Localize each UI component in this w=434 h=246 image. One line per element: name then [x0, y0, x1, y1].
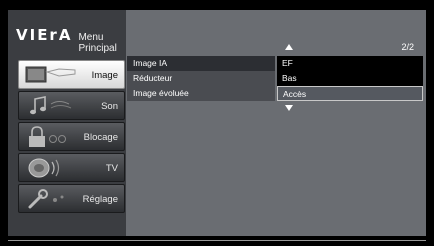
sidebar-item-son[interactable]: Son: [18, 91, 125, 120]
brand-header: VIErA Menu Principal: [16, 26, 126, 54]
sidebar: VIErA Menu Principal Image Son Blocage T…: [8, 10, 126, 236]
menu-title: Menu Principal: [78, 32, 117, 54]
sidebar-item-reglage[interactable]: Réglage: [18, 184, 125, 213]
setting-row-image-evoluee[interactable]: Image évoluée Accès: [127, 86, 423, 101]
setting-row-reducteur[interactable]: Réducteur Bas: [127, 71, 423, 86]
sidebar-item-blocage[interactable]: Blocage: [18, 122, 125, 151]
main-menu-panel: VIErA Menu Principal Image Son Blocage T…: [8, 10, 426, 236]
sidebar-item-label: Blocage: [83, 132, 118, 143]
music-icon: [30, 96, 72, 115]
setting-name: Réducteur: [127, 71, 275, 86]
image-icon: [25, 66, 76, 83]
sidebar-item-label: Réglage: [82, 194, 118, 205]
setting-value-selected[interactable]: Accès: [277, 86, 423, 101]
satellite-icon: [28, 158, 60, 178]
page-indicator: 2/2: [401, 42, 414, 52]
triangle-down-icon[interactable]: [285, 105, 293, 111]
wrench-icon: [28, 189, 64, 209]
sidebar-item-image[interactable]: Image: [18, 60, 125, 89]
sidebar-item-label: Son: [101, 101, 118, 112]
setting-value[interactable]: Bas: [277, 71, 423, 86]
setting-name: Image évoluée: [127, 86, 275, 101]
sidebar-item-label: TV: [105, 163, 118, 174]
setting-name: Image IA: [127, 56, 275, 71]
viera-logo: VIErA: [16, 26, 73, 44]
sidebar-item-label: Image: [91, 70, 118, 81]
setting-row-image-ia[interactable]: Image IA EF: [127, 56, 423, 71]
tv-screen: VIErA Menu Principal Image Son Blocage T…: [0, 0, 434, 246]
setting-value[interactable]: EF: [277, 56, 423, 71]
bottom-divider: [8, 240, 426, 241]
triangle-up-icon[interactable]: [285, 44, 293, 50]
sidebar-item-tv[interactable]: TV: [18, 153, 125, 182]
lock-icon: [29, 126, 66, 147]
